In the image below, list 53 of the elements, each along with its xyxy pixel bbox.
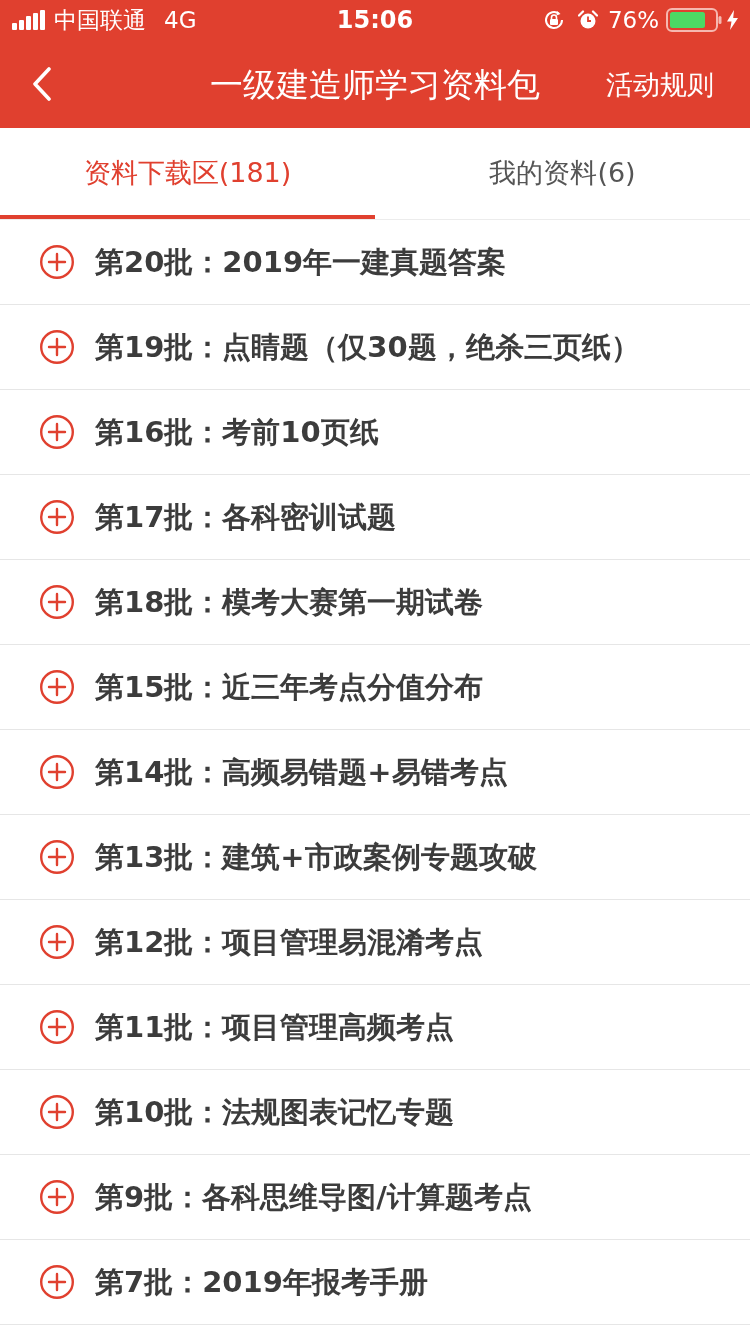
carrier-name: 中国联通 — [54, 8, 146, 32]
download-list-item[interactable]: 第14批：高频易错题+易错考点 — [0, 730, 750, 815]
tab[interactable]: 我的资料(6) — [375, 128, 750, 219]
battery-percentage: 76% — [607, 8, 659, 32]
plus-circle-icon[interactable] — [40, 925, 74, 959]
clock-time: 15:06 — [336, 8, 414, 32]
item-title: 第14批：高频易错题+易错考点 — [95, 757, 508, 787]
plus-circle-icon[interactable] — [40, 1095, 74, 1129]
download-list-item[interactable]: 第9批：各科思维导图/计算题考点 — [0, 1155, 750, 1240]
plus-circle-icon[interactable] — [40, 585, 74, 619]
plus-circle-icon[interactable] — [40, 670, 74, 704]
plus-circle-icon[interactable] — [40, 1265, 74, 1299]
activity-rules-link[interactable]: 活动规则 — [606, 70, 718, 98]
download-list-item[interactable]: 第15批：近三年考点分值分布 — [0, 645, 750, 730]
plus-circle-icon[interactable] — [40, 1180, 74, 1214]
signal-bars-icon — [12, 10, 46, 30]
download-list-item[interactable]: 第19批：点睛题（仅30题，绝杀三页纸） — [0, 305, 750, 390]
alarm-clock-icon — [577, 10, 598, 30]
item-title: 第7批：2019年报考手册 — [95, 1267, 428, 1297]
item-title: 第13批：建筑+市政案例专题攻破 — [95, 842, 537, 872]
tab[interactable]: 资料下载区(181) — [0, 128, 375, 219]
download-list-item[interactable]: 第18批：模考大赛第一期试卷 — [0, 560, 750, 645]
plus-circle-icon[interactable] — [40, 1010, 74, 1044]
item-title: 第17批：各科密训试题 — [95, 502, 397, 532]
plus-circle-icon[interactable] — [40, 245, 74, 279]
item-title: 第12批：项目管理易混淆考点 — [95, 927, 484, 957]
item-title: 第19批：点睛题（仅30题，绝杀三页纸） — [95, 332, 640, 362]
plus-circle-icon[interactable] — [40, 840, 74, 874]
network-type: 4G — [164, 8, 197, 32]
item-title: 第10批：法规图表记忆专题 — [95, 1097, 455, 1127]
download-list-item[interactable]: 第12批：项目管理易混淆考点 — [0, 900, 750, 985]
plus-circle-icon[interactable] — [40, 330, 74, 364]
download-list-item[interactable]: 第20批：2019年一建真题答案 — [0, 220, 750, 305]
plus-circle-icon[interactable] — [40, 755, 74, 789]
item-title: 第16批：考前10页纸 — [95, 417, 379, 447]
download-list-item[interactable]: 第17批：各科密训试题 — [0, 475, 750, 560]
plus-circle-icon[interactable] — [40, 500, 74, 534]
charging-bolt-icon — [727, 10, 738, 30]
page-title: 一级建造师学习资料包 — [210, 67, 540, 101]
download-list-item[interactable]: 第16批：考前10页纸 — [0, 390, 750, 475]
download-list-item[interactable]: 第11批：项目管理高频考点 — [0, 985, 750, 1070]
back-icon[interactable] — [32, 67, 52, 101]
plus-circle-icon[interactable] — [40, 415, 74, 449]
download-list-item[interactable]: 第13批：建筑+市政案例专题攻破 — [0, 815, 750, 900]
item-title: 第11批：项目管理高频考点 — [95, 1012, 455, 1042]
battery-icon — [666, 8, 722, 32]
download-list-item[interactable]: 第7批：2019年报考手册 — [0, 1240, 750, 1325]
item-title: 第18批：模考大赛第一期试卷 — [95, 587, 484, 617]
rotation-lock-icon — [542, 9, 565, 31]
download-list-item[interactable]: 第10批：法规图表记忆专题 — [0, 1070, 750, 1155]
item-title: 第20批：2019年一建真题答案 — [95, 247, 507, 277]
item-title: 第9批：各科思维导图/计算题考点 — [95, 1182, 532, 1212]
item-title: 第15批：近三年考点分值分布 — [95, 672, 484, 702]
